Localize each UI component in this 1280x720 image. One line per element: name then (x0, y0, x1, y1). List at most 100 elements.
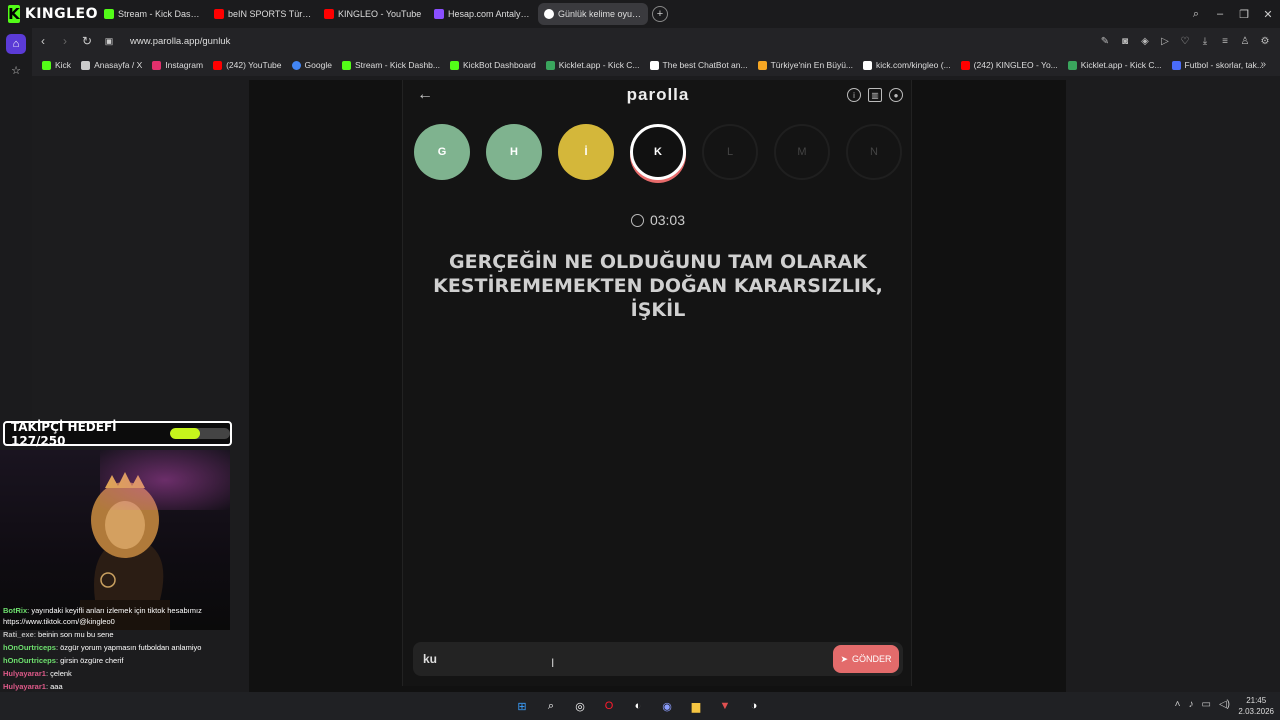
bookmark-favicon-icon (152, 60, 162, 70)
back-button[interactable]: ‹ (32, 34, 54, 48)
bookmark-favicon-icon (863, 60, 873, 70)
answer-input[interactable] (423, 650, 803, 668)
browser-tab[interactable]: Stream - Kick Dashboard (98, 3, 208, 25)
tab-favicon-icon (434, 9, 444, 19)
bookmark[interactable]: Anasayfa / X (81, 60, 142, 70)
volume-icon[interactable]: ◁) (1219, 699, 1230, 710)
follower-goal-widget: TAKİPÇİ HEDEFİ 127/250 (3, 420, 232, 448)
tab-label: Stream - Kick Dashboard (118, 9, 202, 19)
letter-circle: M (774, 124, 830, 180)
url-field[interactable]: www.parolla.app/gunluk (130, 36, 230, 47)
camera-icon[interactable]: ◙ (1118, 36, 1132, 47)
bookmark[interactable]: Kicklet.app - Kick C... (1067, 60, 1162, 70)
discord-icon[interactable]: ◉ (657, 696, 677, 716)
info-icon[interactable]: i (847, 88, 861, 102)
display-icon[interactable]: ▭ (1202, 699, 1211, 710)
file-explorer-icon[interactable]: ▆ (686, 696, 706, 716)
chat-username: Hulyayarar1 (3, 682, 46, 691)
bookmark-label: Kicklet.app - Kick C... (558, 60, 640, 70)
answer-bar: ➤ GÖNDER (413, 642, 903, 676)
shield-icon[interactable]: ◈ (1138, 36, 1152, 47)
bookmark[interactable]: Türkiye'nin En Büyü... (757, 60, 854, 70)
letter-circle: G (414, 124, 470, 180)
bookmark-favicon-icon (649, 60, 659, 70)
bookmark[interactable]: (242) YouTube (213, 60, 282, 70)
minimize-button[interactable]: – (1208, 8, 1232, 20)
app-icon[interactable]: ▼ (715, 696, 735, 716)
lock-icon: ▣ (104, 35, 114, 46)
menu-icon[interactable]: ≡ (1218, 36, 1232, 47)
forward-button[interactable]: › (54, 34, 76, 48)
browser-tab[interactable]: KINGLEO - YouTube (318, 3, 428, 25)
follower-goal-fill (170, 428, 201, 439)
bookmark[interactable]: Instagram (152, 60, 203, 70)
letter-wheel: G H İ K L M N (414, 124, 902, 180)
close-window-button[interactable]: ✕ (1256, 8, 1280, 21)
neon-glow (100, 450, 230, 510)
profile-icon[interactable]: ♙ (1238, 36, 1252, 47)
chat-message: Hulyayarar1: çelenk (3, 669, 72, 678)
heart-icon[interactable]: ♡ (1178, 36, 1192, 47)
new-tab-button[interactable]: + (652, 6, 668, 22)
tray-chevron-icon[interactable]: ˄ (1175, 699, 1181, 710)
search-tabs-icon[interactable]: ⌕ (1184, 8, 1208, 21)
chat-message: BotRix: yayındaki keyifli anları izlemek… (3, 606, 202, 626)
send-icon: ➤ (840, 653, 849, 664)
microphone-icon[interactable]: ♪ (1189, 699, 1194, 710)
chat-message: Rati_exe: beinin son mu bu sene (3, 630, 114, 639)
search-icon[interactable]: ⌕ (541, 696, 561, 716)
stats-icon[interactable]: ▥ (868, 88, 882, 102)
bookmark[interactable]: Google (291, 60, 332, 70)
bookmark[interactable]: Kicklet.app - Kick C... (545, 60, 640, 70)
bookmark-label: Stream - Kick Dashb... (354, 60, 440, 70)
home-icon[interactable]: ⌂ (6, 34, 26, 54)
star-icon[interactable]: ☆ (6, 60, 26, 80)
bookmark-label: Anasayfa / X (94, 60, 143, 70)
bookmark[interactable]: Kick (42, 60, 71, 70)
bookmark[interactable]: The best ChatBot an... (649, 60, 748, 70)
reload-button[interactable]: ↻ (76, 34, 98, 48)
maximize-button[interactable]: ❐ (1232, 8, 1256, 21)
chat-username: Hulyayarar1 (3, 669, 46, 678)
bookmark-favicon-icon (213, 60, 223, 70)
bookmark-label: Futbol - skorlar, tak... (1184, 60, 1264, 70)
download-icon[interactable]: ⤓ (1198, 36, 1212, 47)
bookmark[interactable]: KickBot Dashboard (449, 60, 536, 70)
bookmark[interactable]: Futbol - skorlar, tak... (1171, 60, 1264, 70)
bookmark-label: Kick (55, 60, 72, 70)
chat-username: Rati_exe (3, 630, 34, 639)
chrome-icon[interactable]: ◎ (570, 696, 590, 716)
bookmarks-bar: Kick Anasayfa / X Instagram (242) YouTub… (32, 54, 1280, 76)
chat-text: çelenk (50, 669, 72, 678)
browser-tab[interactable]: beIN SPORTS Türkiye - Yo (208, 3, 318, 25)
bookmark[interactable]: kick.com/kingleo (... (863, 60, 951, 70)
bookmark[interactable]: (242) KINGLEO - Yo... (960, 60, 1058, 70)
bookmark-favicon-icon (341, 60, 351, 70)
tab-label: Hesap.com Antalyaspor - (448, 9, 532, 19)
steam-icon[interactable]: ◐ (628, 696, 648, 716)
bookmark-label: Google (304, 60, 332, 70)
opera-icon[interactable]: O (599, 696, 619, 716)
question-text: GERÇEĞİN NE OLDUĞUNU TAM OLARAK KESTİREM… (433, 251, 883, 321)
system-clock[interactable]: 21:45 2.03.2026 (1238, 695, 1274, 717)
steam-icon[interactable]: ◑ (744, 696, 764, 716)
extension-icon[interactable]: ⚙ (1258, 36, 1272, 47)
send-icon[interactable]: ▷ (1158, 36, 1172, 47)
send-button[interactable]: ➤ GÖNDER (833, 645, 899, 673)
browser-tab-active[interactable]: Günlük kelime oyunu - pa (538, 3, 648, 25)
bookmark-label: Türkiye'nin En Büyü... (770, 60, 854, 70)
chat-text: aaa (50, 682, 63, 691)
user-icon[interactable]: ● (889, 88, 903, 102)
bookmarks-more-icon[interactable]: » (1260, 54, 1266, 76)
stream-logo: K KINGLEO (0, 0, 98, 28)
start-icon[interactable]: ⊞ (512, 696, 532, 716)
tab-label: KINGLEO - YouTube (338, 9, 422, 19)
bookmark-favicon-icon (757, 60, 767, 70)
bookmark-label: kick.com/kingleo (... (876, 60, 951, 70)
letter-circle: H (486, 124, 542, 180)
chat-message: hOnOurtriceps: özgür yorum yapmasın futb… (3, 643, 202, 652)
address-bar: ‹ › ↻ ▣ www.parolla.app/gunluk ✎ ◙ ◈ ▷ ♡… (32, 28, 1280, 54)
edit-icon[interactable]: ✎ (1098, 36, 1112, 47)
browser-tab[interactable]: Hesap.com Antalyaspor - (428, 3, 538, 25)
bookmark[interactable]: Stream - Kick Dashb... (341, 60, 440, 70)
